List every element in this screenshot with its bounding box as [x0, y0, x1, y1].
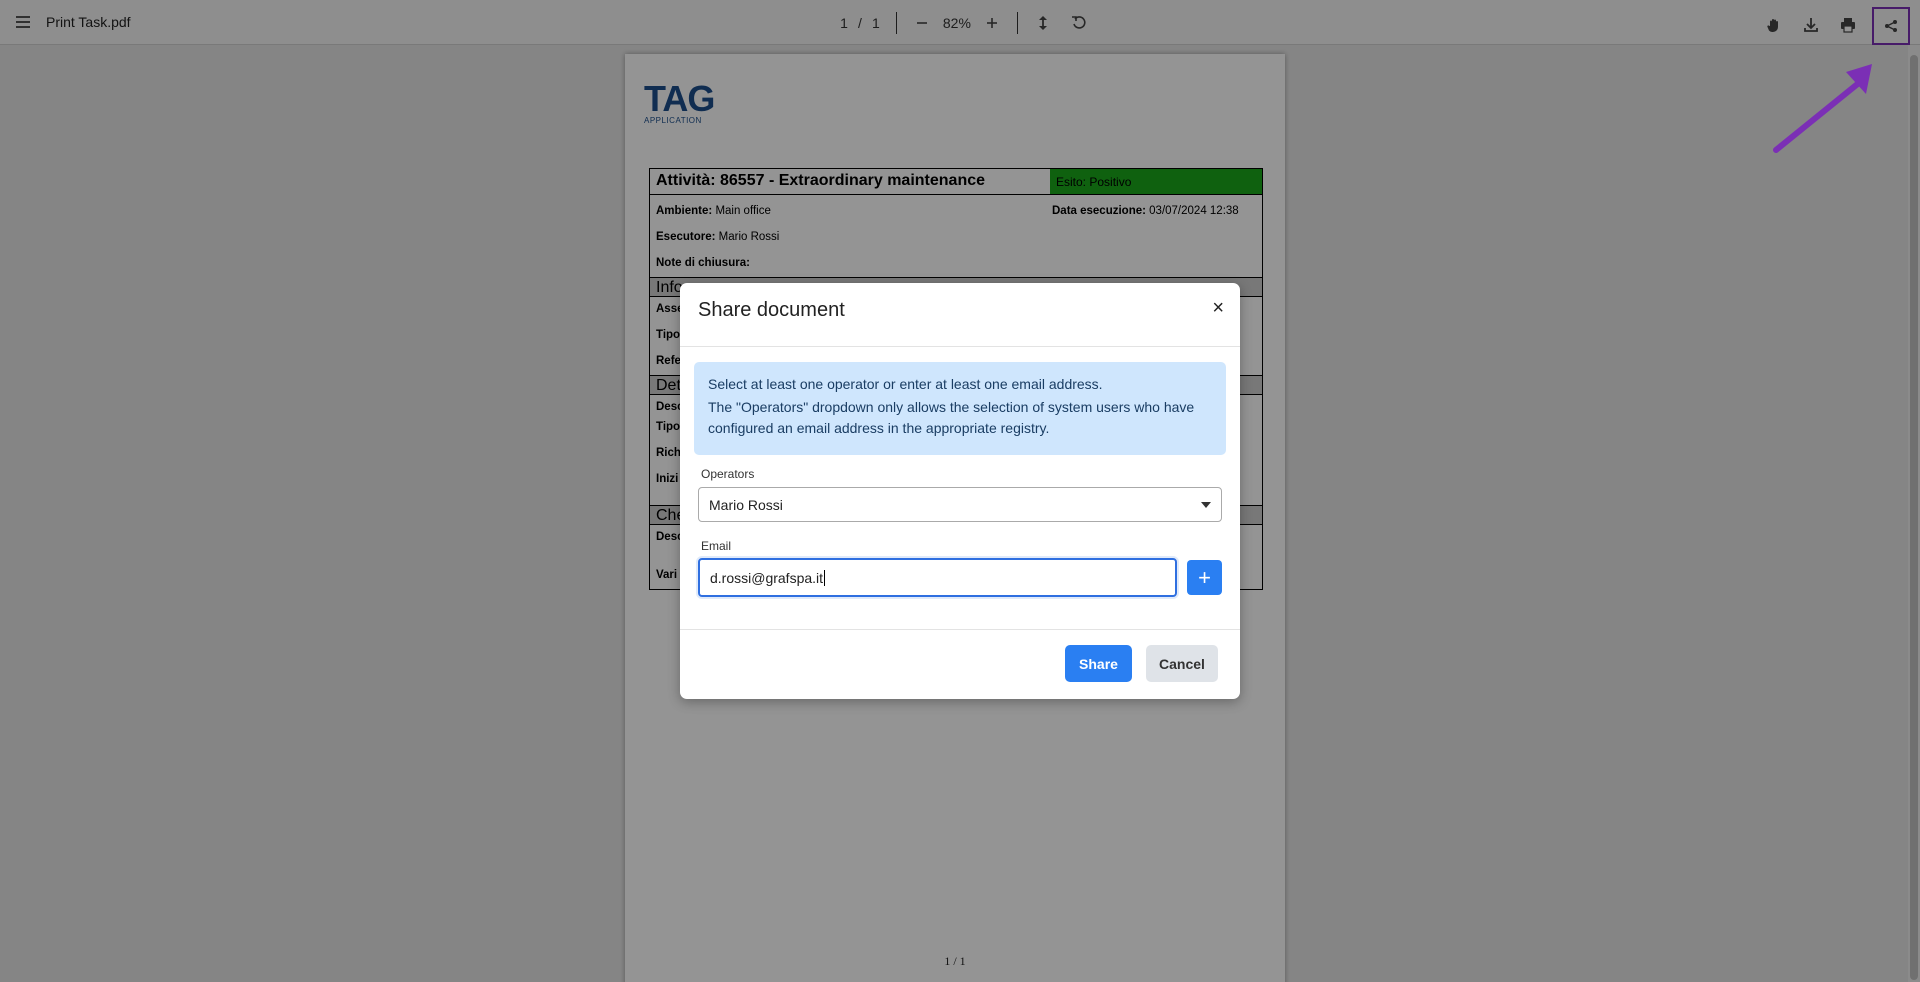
close-icon[interactable]: × [1212, 296, 1224, 320]
share-button[interactable]: Share [1065, 645, 1132, 682]
alert-line-2: The "Operators" dropdown only allows the… [708, 399, 1195, 436]
operators-label: Operators [701, 467, 755, 481]
info-alert: Select at least one operator or enter at… [694, 362, 1226, 455]
email-field[interactable]: d.rossi@grafspa.it [698, 558, 1177, 597]
operators-select[interactable]: Mario Rossi [698, 487, 1222, 522]
share-document-dialog: Share document × Select at least one ope… [680, 283, 1240, 699]
email-value: d.rossi@grafspa.it [710, 569, 824, 586]
dialog-header: Share document × [680, 283, 1240, 347]
cancel-button[interactable]: Cancel [1146, 645, 1218, 682]
add-email-button[interactable]: + [1187, 560, 1222, 595]
chevron-down-icon [1201, 501, 1211, 508]
alert-line-1: Select at least one operator or enter at… [708, 376, 1103, 392]
email-label: Email [701, 539, 732, 553]
operators-selected-value: Mario Rossi [709, 496, 783, 513]
dialog-footer: Share Cancel [680, 629, 1240, 699]
text-cursor [824, 569, 826, 586]
dialog-title: Share document [698, 299, 845, 321]
